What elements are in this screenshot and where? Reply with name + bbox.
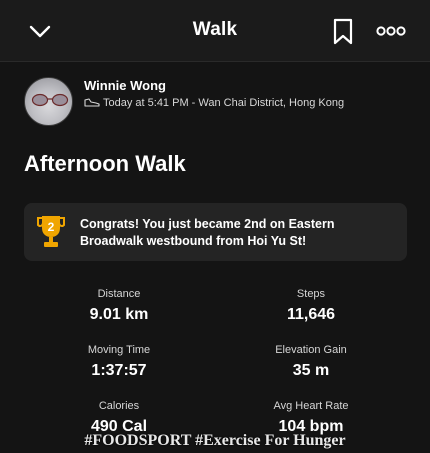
watermark-caption: #FOODSPORT #Exercise For Hunger (84, 432, 346, 449)
stat-label: Steps (296, 288, 326, 300)
stat-value: 9.01 km (89, 306, 149, 323)
top-bar: Walk (0, 0, 430, 62)
athlete-name[interactable]: Winnie Wong (84, 78, 166, 93)
stat-steps: Steps 11,646 (226, 288, 396, 324)
stat-label: Distance (97, 288, 141, 300)
activity-title: Afternoon Walk (24, 151, 186, 176)
stat-value: 11,646 (286, 306, 336, 323)
activity-meta-text: Today at 5:41 PM - Wan Chai District, Ho… (103, 97, 345, 109)
stat-distance: Distance 9.01 km (34, 288, 204, 324)
stat-label: Calories (98, 400, 140, 412)
stat-label: Moving Time (87, 344, 151, 356)
shoe-icon (84, 98, 100, 107)
athlete-header: Winnie Wong Today at 5:41 PM - Wan Chai … (24, 77, 414, 129)
trophy-rank: 2 (48, 220, 55, 234)
trophy-icon: 2 (37, 216, 65, 247)
stat-label: Avg Heart Rate (273, 400, 349, 412)
achievement-card[interactable]: 2 Congrats! You just became 2nd on Easte… (24, 203, 407, 261)
bookmark-icon[interactable] (331, 18, 355, 45)
stat-avg-heart-rate: Avg Heart Rate 104 bpm (226, 400, 396, 436)
stat-label: Elevation Gain (275, 344, 347, 356)
stat-moving-time: Moving Time 1:37:57 (34, 344, 204, 380)
page-title: Walk (192, 19, 238, 40)
stat-elevation-gain: Elevation Gain 35 m (226, 344, 396, 380)
activity-meta: Today at 5:41 PM - Wan Chai District, Ho… (84, 97, 344, 109)
stat-calories: Calories 490 Cal (34, 400, 204, 436)
avatar[interactable] (24, 77, 73, 126)
stat-value: 35 m (292, 362, 330, 379)
more-dots-icon[interactable] (376, 25, 406, 37)
avatar-photo (31, 93, 69, 107)
achievement-text: Congrats! You just became 2nd on Eastern… (80, 217, 335, 248)
stat-value: 1:37:57 (91, 362, 147, 379)
